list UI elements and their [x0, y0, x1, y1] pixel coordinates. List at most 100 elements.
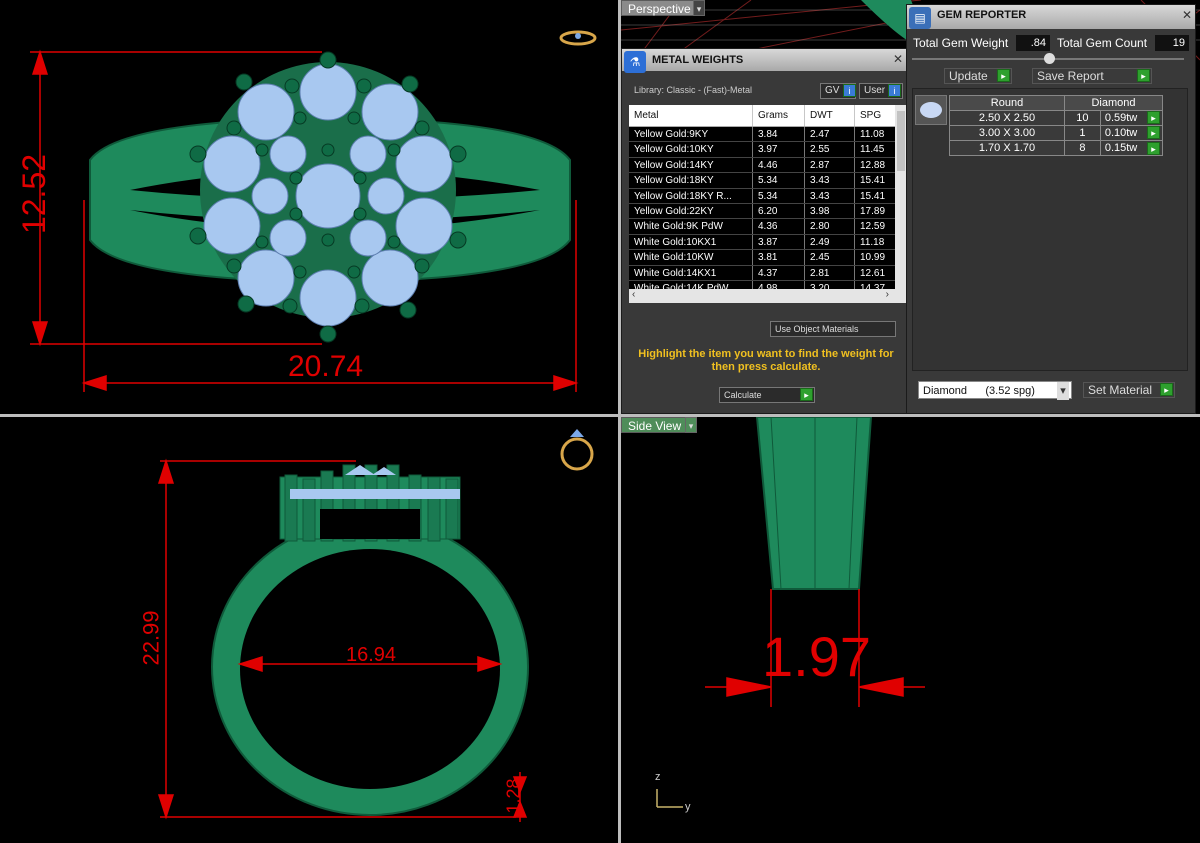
table-header: Metal Grams DWT SPG — [629, 105, 907, 127]
table-cell: 2.45 — [805, 250, 855, 265]
gem — [361, 249, 419, 307]
gem — [349, 219, 387, 257]
gem-count: 10 — [1064, 110, 1101, 126]
dimension-inner-diameter: 16.94 — [346, 644, 397, 666]
side-view-viewport[interactable]: Side View ▾ 1.97 z y — [621, 417, 1200, 843]
gem — [203, 197, 261, 255]
gem-row-play-icon[interactable]: ▸ — [1147, 142, 1160, 155]
table-row[interactable]: Yellow Gold:18KY 5.34 3.43 15.41 — [629, 173, 907, 189]
calculate-play-icon[interactable]: ▸ — [800, 388, 813, 401]
slider-handle-icon[interactable] — [1044, 53, 1055, 64]
table-row[interactable]: Yellow Gold:14KY 4.46 2.87 12.88 — [629, 157, 907, 174]
metal-weights-table[interactable]: Metal Grams DWT SPG Yellow Gold:9KY 3.84 2… — [629, 105, 907, 303]
table-cell: 4.36 — [753, 219, 805, 234]
column-header-metal[interactable]: Metal — [629, 105, 753, 126]
table-cell: Yellow Gold:9KY — [629, 127, 753, 142]
gem-row[interactable]: 2.50 X 2.50 10 0.59tw — [949, 110, 1164, 126]
gem — [269, 135, 307, 173]
close-icon[interactable]: ✕ — [893, 52, 903, 66]
view-label-perspective[interactable]: Perspective — [621, 0, 698, 16]
table-cell: 3.98 — [805, 203, 855, 219]
gem — [203, 135, 261, 193]
set-material-play-icon[interactable]: ▸ — [1160, 383, 1173, 396]
axis-z-label: z — [655, 771, 661, 783]
dimension-shank-width: 1.97 — [762, 625, 871, 688]
table-row[interactable]: Yellow Gold:18KY R... 5.34 3.43 15.41 — [629, 188, 907, 204]
table-row[interactable]: White Gold:10KX1 3.87 2.49 11.18 — [629, 234, 907, 251]
table-row[interactable]: Yellow Gold:10KY 3.97 2.55 11.45 — [629, 142, 907, 158]
gem-type-header: Diamond — [1064, 95, 1163, 111]
gv-play-icon[interactable]: i — [843, 84, 856, 97]
gem — [237, 83, 295, 141]
save-report-button[interactable]: Save Report — [1032, 68, 1152, 84]
table-cell: 3.84 — [753, 127, 805, 142]
library-label: Library: Classic - (Fast)-Metal — [634, 85, 753, 95]
perspective-dropdown-icon[interactable]: ▾ — [693, 0, 705, 16]
table-cell: 3.97 — [753, 142, 805, 157]
table-cell: 2.87 — [805, 157, 855, 173]
gem-row-play-icon[interactable]: ▸ — [1147, 126, 1160, 139]
table-cell: White Gold:14KX1 — [629, 265, 753, 280]
side-view-dropdown-icon[interactable]: ▾ — [685, 417, 697, 433]
gem-size: 3.00 X 3.00 — [949, 125, 1065, 141]
gem-reporter-title: GEM REPORTER — [907, 5, 1195, 29]
table-cell: 6.20 — [753, 203, 805, 219]
gem — [299, 63, 357, 121]
gem-row[interactable]: 1.70 X 1.70 8 0.15tw — [949, 140, 1164, 156]
table-row[interactable]: Yellow Gold:9KY 3.84 2.47 11.08 — [629, 127, 907, 143]
table-cell: 2.47 — [805, 127, 855, 142]
table-cell: Yellow Gold:22KY — [629, 203, 753, 219]
gem-report-icon: ▤ — [909, 7, 931, 29]
top-view-viewport[interactable]: 12.52 20.74 — [0, 0, 618, 414]
gem-row[interactable]: 3.00 X 3.00 1 0.10tw — [949, 125, 1164, 141]
gem-count: 1 — [1064, 125, 1101, 141]
table-cell: 4.37 — [753, 265, 805, 280]
horizontal-scrollbar[interactable]: ‹ › — [629, 289, 907, 303]
table-row[interactable]: White Gold:14KX1 4.37 2.81 12.61 — [629, 265, 907, 281]
user-info-icon[interactable]: i — [888, 84, 901, 97]
table-cell: 3.87 — [753, 234, 805, 250]
gem-row-side — [290, 489, 460, 499]
update-play-icon[interactable]: ▸ — [997, 69, 1010, 82]
table-cell: Yellow Gold:14KY — [629, 157, 753, 173]
viewport-divider-horizontal[interactable] — [0, 414, 1200, 417]
column-header-dwt[interactable]: DWT — [805, 105, 855, 126]
save-report-play-icon[interactable]: ▸ — [1137, 69, 1150, 82]
center-gem — [295, 163, 361, 229]
table-cell: Yellow Gold:10KY — [629, 142, 753, 157]
close-icon[interactable]: ✕ — [1182, 8, 1192, 22]
table-cell: 2.81 — [805, 265, 855, 280]
table-cell: Yellow Gold:18KY R... — [629, 188, 753, 203]
scroll-left-icon[interactable]: ‹ — [632, 289, 635, 300]
table-cell: Yellow Gold:18KY — [629, 173, 753, 188]
column-header-grams[interactable]: Grams — [753, 105, 805, 126]
gem-row-play-icon[interactable]: ▸ — [1147, 111, 1160, 124]
table-cell: 2.80 — [805, 219, 855, 234]
dimension-height-top: 12.52 — [16, 153, 53, 235]
table-row[interactable]: White Gold:10KW 3.81 2.45 10.99 — [629, 250, 907, 266]
gem-report-table: Round Diamond 2.50 X 2.50 10 0.59tw 3.00… — [949, 95, 1164, 156]
table-cell: 3.43 — [805, 173, 855, 188]
ring-shank-side — [755, 417, 873, 590]
chevron-down-icon[interactable]: ▾ — [1057, 382, 1069, 400]
dimension-band-thickness: 1.28 — [503, 778, 524, 814]
scroll-right-icon[interactable]: › — [886, 289, 889, 300]
gem — [299, 269, 357, 327]
dimension-width-top: 20.74 — [288, 350, 364, 383]
metal-weights-title: METAL WEIGHTS — [622, 49, 906, 71]
gem — [269, 219, 307, 257]
gem-shape-header: Round — [949, 95, 1065, 111]
table-row[interactable]: White Gold:9K PdW 4.36 2.80 12.59 — [629, 219, 907, 235]
use-object-materials-toggle[interactable]: Use Object Materials — [770, 321, 896, 337]
view-label-side[interactable]: Side View — [621, 417, 689, 433]
ring-preview-icon — [560, 429, 594, 471]
table-row[interactable]: Yellow Gold:22KY 6.20 3.98 17.89 — [629, 203, 907, 220]
metal-weights-panel: METAL WEIGHTS ⚗ ✕ Library: Classic - (Fa… — [621, 48, 907, 414]
gem-size: 1.70 X 1.70 — [949, 140, 1065, 156]
table-cell: 4.46 — [753, 157, 805, 173]
axis-triad — [656, 789, 683, 808]
viewport-divider-vertical[interactable] — [618, 0, 621, 843]
gem — [349, 135, 387, 173]
front-view-viewport[interactable]: 22.99 16.94 1.28 — [0, 417, 618, 843]
material-select[interactable]: Diamond (3.52 spg) ▾ — [918, 381, 1072, 400]
